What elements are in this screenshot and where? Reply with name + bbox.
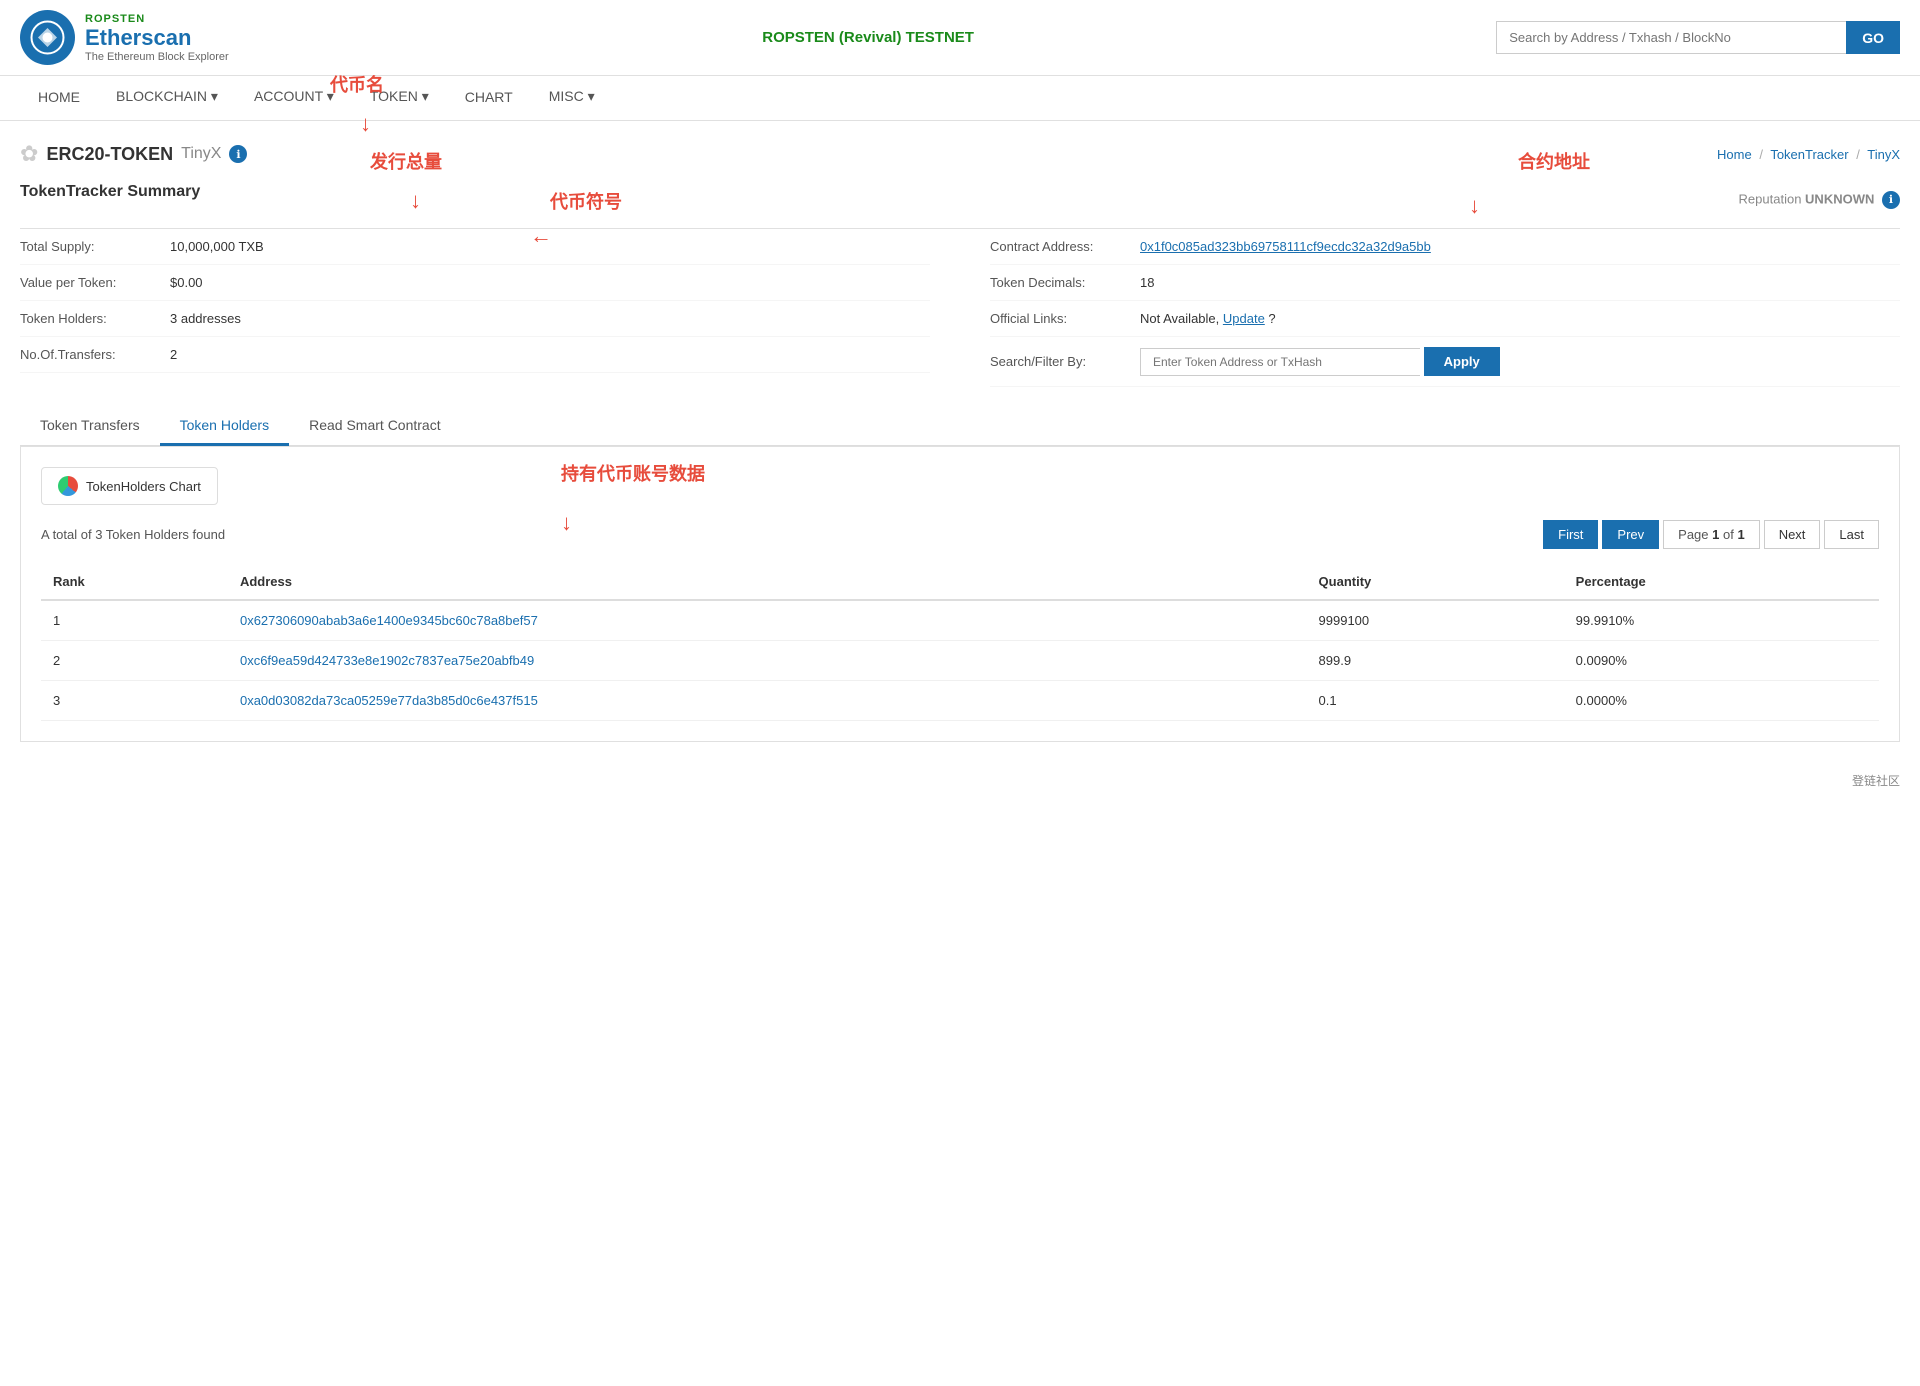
rank-1: 1 — [41, 600, 228, 641]
field-label-value-per-token: Value per Token: — [20, 275, 170, 290]
nav-misc[interactable]: MISC ▾ — [531, 76, 613, 120]
percentage-1: 99.9910% — [1564, 600, 1879, 641]
nav-blockchain[interactable]: BLOCKCHAIN ▾ — [98, 76, 236, 120]
field-value-official-links: Not Available, Update ? — [1140, 311, 1276, 326]
filter-input[interactable] — [1140, 348, 1420, 376]
address-link-2[interactable]: 0xc6f9ea59d424733e8e1902c7837ea75e20abfb… — [240, 653, 534, 668]
content-area: TokenHolders Chart A total of 3 Token Ho… — [20, 446, 1900, 742]
last-page-button[interactable]: Last — [1824, 520, 1879, 549]
first-page-button[interactable]: First — [1543, 520, 1598, 549]
logo-name[interactable]: Etherscan — [85, 25, 229, 51]
col-address: Address — [228, 564, 1307, 600]
field-value-total-supply: 10,000,000 TXB — [170, 239, 264, 254]
logo-icon — [20, 10, 75, 65]
nav-chart[interactable]: CHART — [447, 76, 531, 120]
update-link[interactable]: Update — [1223, 311, 1265, 326]
field-label-token-decimals: Token Decimals: — [990, 275, 1140, 290]
logo-ropsten: ROPSTEN — [85, 13, 229, 25]
breadcrumb-sep2: / — [1856, 147, 1860, 162]
search-input[interactable] — [1496, 21, 1846, 54]
field-label-total-supply: Total Supply: — [20, 239, 170, 254]
chart-btn-label: TokenHolders Chart — [86, 479, 201, 494]
nav-home[interactable]: HOME — [20, 76, 98, 120]
search-button[interactable]: GO — [1846, 21, 1900, 54]
address-link-3[interactable]: 0xa0d03082da73ca05259e77da3b85d0c6e437f5… — [240, 693, 538, 708]
percentage-2: 0.0090% — [1564, 641, 1879, 681]
tab-bar: Token Transfers Token Holders Read Smart… — [20, 407, 1900, 446]
token-icon: ✿ — [20, 141, 38, 167]
token-name: ERC20-TOKEN — [46, 144, 173, 165]
next-page-button[interactable]: Next — [1764, 520, 1821, 549]
page-title: ✿ ERC20-TOKEN TinyX ℹ — [20, 141, 247, 167]
current-page: 1 — [1712, 527, 1719, 542]
nav-account[interactable]: ACCOUNT ▾ — [236, 76, 352, 120]
search-filter-area: Apply — [1140, 347, 1500, 376]
reputation-info-icon[interactable]: ℹ — [1882, 191, 1900, 209]
footer-watermark: 登链社区 — [1852, 774, 1900, 788]
breadcrumb-sep1: / — [1759, 147, 1763, 162]
table-row: 2 0xc6f9ea59d424733e8e1902c7837ea75e20ab… — [41, 641, 1879, 681]
field-value-contract-address[interactable]: 0x1f0c085ad323bb69758111cf9ecdc32a32d9a5… — [1140, 239, 1431, 254]
field-label-official-links: Official Links: — [990, 311, 1140, 326]
reputation-label: Reputation UNKNOWN ℹ — [1739, 191, 1900, 209]
nav-token[interactable]: TOKEN ▾ — [352, 76, 447, 120]
quantity-3: 0.1 — [1307, 681, 1564, 721]
col-rank: Rank — [41, 564, 228, 600]
breadcrumb-token-tracker[interactable]: TokenTracker — [1770, 147, 1848, 162]
total-pages: 1 — [1737, 527, 1744, 542]
percentage-3: 0.0000% — [1564, 681, 1879, 721]
field-value-transfers: 2 — [170, 347, 177, 362]
table-row: 3 0xa0d03082da73ca05259e77da3b85d0c6e437… — [41, 681, 1879, 721]
network-badge: ROPSTEN (Revival) TESTNET — [762, 29, 974, 46]
prev-page-button[interactable]: Prev — [1602, 520, 1659, 549]
breadcrumb: Home / TokenTracker / TinyX — [1717, 147, 1900, 162]
logo-tagline: The Ethereum Block Explorer — [85, 51, 229, 63]
tab-read-smart-contract[interactable]: Read Smart Contract — [289, 407, 461, 446]
token-symbol: TinyX — [181, 145, 221, 163]
summary-title: TokenTracker Summary — [20, 183, 200, 201]
address-3: 0xa0d03082da73ca05259e77da3b85d0c6e437f5… — [228, 681, 1307, 721]
tab-token-transfers[interactable]: Token Transfers — [20, 407, 160, 446]
field-label-search-filter: Search/Filter By: — [990, 354, 1140, 369]
breadcrumb-home[interactable]: Home — [1717, 147, 1752, 162]
main-nav: HOME BLOCKCHAIN ▾ ACCOUNT ▾ TOKEN ▾ CHAR… — [0, 76, 1920, 121]
field-value-token-decimals: 18 — [1140, 275, 1154, 290]
table-row: 1 0x627306090abab3a6e1400e9345bc60c78a8b… — [41, 600, 1879, 641]
apply-button[interactable]: Apply — [1424, 347, 1500, 376]
field-label-contract-address: Contract Address: — [990, 239, 1140, 254]
holders-table: Rank Address Quantity Percentage 1 0x627… — [41, 564, 1879, 721]
reputation-value: UNKNOWN — [1805, 191, 1874, 206]
quantity-1: 9999100 — [1307, 600, 1564, 641]
tab-token-holders[interactable]: Token Holders — [160, 407, 290, 446]
token-info-icon[interactable]: ℹ — [229, 145, 247, 163]
field-value-value-per-token: $0.00 — [170, 275, 203, 290]
field-label-transfers: No.Of.Transfers: — [20, 347, 170, 362]
result-count: A total of 3 Token Holders found — [41, 527, 225, 542]
pagination: First Prev Page 1 of 1 Next Last — [1543, 520, 1879, 549]
col-percentage: Percentage — [1564, 564, 1879, 600]
field-label-token-holders: Token Holders: — [20, 311, 170, 326]
col-quantity: Quantity — [1307, 564, 1564, 600]
field-value-token-holders: 3 addresses — [170, 311, 241, 326]
breadcrumb-current[interactable]: TinyX — [1867, 147, 1900, 162]
rank-3: 3 — [41, 681, 228, 721]
address-2: 0xc6f9ea59d424733e8e1902c7837ea75e20abfb… — [228, 641, 1307, 681]
address-1: 0x627306090abab3a6e1400e9345bc60c78a8bef… — [228, 600, 1307, 641]
rank-2: 2 — [41, 641, 228, 681]
pie-chart-icon — [58, 476, 78, 496]
chart-button[interactable]: TokenHolders Chart — [41, 467, 218, 505]
quantity-2: 899.9 — [1307, 641, 1564, 681]
address-link-1[interactable]: 0x627306090abab3a6e1400e9345bc60c78a8bef… — [240, 613, 538, 628]
page-info: Page 1 of 1 — [1663, 520, 1760, 549]
